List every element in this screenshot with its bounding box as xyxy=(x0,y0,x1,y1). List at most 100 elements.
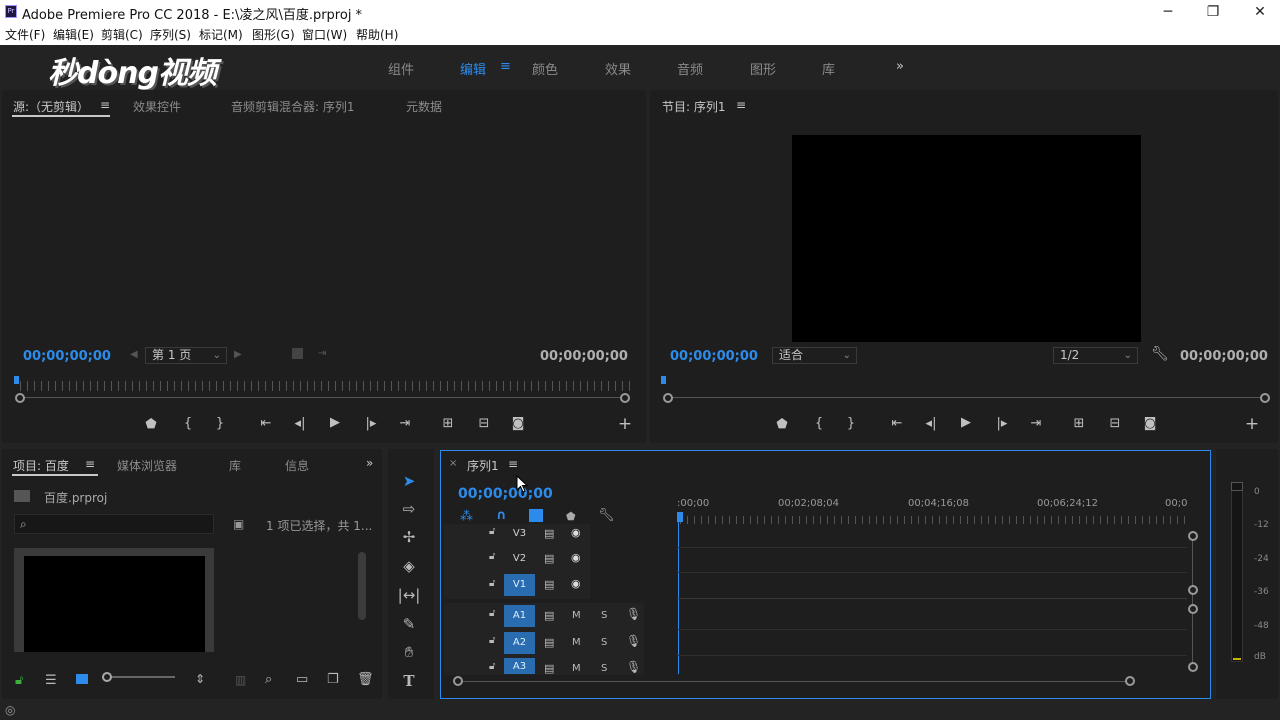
workspace-assembly[interactable]: 组件 xyxy=(388,59,414,78)
solo-button[interactable]: S xyxy=(601,637,607,648)
drag-video-icon[interactable]: ⇥ xyxy=(318,348,326,359)
eye-icon[interactable]: ◉ xyxy=(571,526,581,539)
program-playhead[interactable] xyxy=(661,376,666,384)
timeline-close-icon[interactable]: × xyxy=(449,458,457,469)
menu-window[interactable]: 窗口(W) xyxy=(302,26,347,43)
program-add-marker-icon[interactable]: ⬟ xyxy=(772,417,792,432)
mute-button[interactable]: M xyxy=(572,610,581,621)
menu-clip[interactable]: 剪辑(C) xyxy=(101,26,143,43)
voiceover-mic-icon[interactable]: 🎙︎ xyxy=(626,660,641,674)
sync-lock-icon[interactable]: ▤ xyxy=(544,609,554,622)
tab-info[interactable]: 信息 xyxy=(285,457,309,474)
trash-icon[interactable]: 🗑︎ xyxy=(357,672,374,687)
track-lock-icon[interactable]: 🔓︎ xyxy=(489,578,495,589)
workspace-menu-icon[interactable]: ≡ xyxy=(500,59,511,74)
timeline-marker-icon[interactable]: ⬟ xyxy=(566,510,576,523)
new-item-icon[interactable]: ❐ xyxy=(327,672,339,687)
icon-view-icon[interactable] xyxy=(76,674,88,684)
tab-libraries[interactable]: 库 xyxy=(229,457,241,474)
program-mark-in-icon[interactable]: { xyxy=(809,416,829,431)
track-target-a1[interactable]: A1 xyxy=(504,605,535,627)
program-step-forward-icon[interactable]: |▸ xyxy=(992,416,1012,431)
workspace-libraries[interactable]: 库 xyxy=(822,59,835,78)
selection-tool-icon[interactable]: ➤ xyxy=(397,469,421,493)
track-target-v1[interactable]: V1 xyxy=(504,574,535,596)
sync-lock-icon[interactable]: ▤ xyxy=(544,578,554,591)
source-timecode-in[interactable]: 00;00;00;00 xyxy=(23,349,111,364)
razor-tool-icon[interactable]: ◈ xyxy=(397,554,421,578)
nest-toggle-icon[interactable]: ⁂ xyxy=(460,509,473,524)
resolution-select[interactable]: 1/2 ⌄ xyxy=(1053,347,1138,364)
program-go-to-out-icon[interactable]: ⇥ xyxy=(1026,416,1046,431)
insert-icon[interactable] xyxy=(292,348,303,359)
sort-icon[interactable]: ⇕ xyxy=(195,672,205,686)
menu-marker[interactable]: 标记(M) xyxy=(199,26,243,43)
menu-file[interactable]: 文件(F) xyxy=(5,26,45,43)
track-lock-icon[interactable]: 🔓︎ xyxy=(489,608,495,619)
program-export-frame-icon[interactable]: ◙ xyxy=(1140,416,1160,431)
program-step-back-icon[interactable]: ◂| xyxy=(921,416,941,431)
program-add-button-icon[interactable]: + xyxy=(1242,414,1262,434)
sync-lock-icon[interactable]: ▤ xyxy=(544,552,554,565)
vscroll-handle-top[interactable] xyxy=(1188,531,1198,541)
program-go-to-in-icon[interactable]: ⇤ xyxy=(887,416,907,431)
workspace-audio[interactable]: 音频 xyxy=(677,59,703,78)
tab-audio-clip-mixer[interactable]: 音频剪辑混合器: 序列1 xyxy=(231,98,355,115)
track-target-v3[interactable]: V3 xyxy=(504,523,535,545)
program-timecode-in[interactable]: 00;00;00;00 xyxy=(670,349,758,364)
track-lock-icon[interactable]: 🔓︎ xyxy=(489,551,495,562)
mark-in-icon[interactable]: { xyxy=(178,416,198,431)
project-search-input[interactable]: ⌕ xyxy=(14,514,214,534)
source-zoom-handle-left[interactable] xyxy=(15,393,25,403)
track-lock-icon[interactable]: 🔓︎ xyxy=(489,635,495,646)
minimize-button[interactable]: ─ xyxy=(1153,2,1183,22)
workspace-effects[interactable]: 效果 xyxy=(605,59,631,78)
export-frame-icon[interactable]: ◙ xyxy=(508,416,528,431)
program-play-icon[interactable]: ▶ xyxy=(956,415,976,430)
restore-button[interactable]: ❐ xyxy=(1198,2,1228,22)
next-page-icon[interactable]: ▶ xyxy=(234,349,242,360)
vscroll-handle-mid[interactable] xyxy=(1188,585,1198,595)
track-select-tool-icon[interactable]: ⇨ xyxy=(397,497,421,521)
tab-source[interactable]: 源:（无剪辑） xyxy=(13,98,89,115)
linked-selection-icon[interactable] xyxy=(529,509,543,522)
sync-lock-icon[interactable]: ▤ xyxy=(544,527,554,540)
eye-icon[interactable]: ◉ xyxy=(571,577,581,590)
workspace-graphics[interactable]: 图形 xyxy=(750,59,776,78)
voiceover-mic-icon[interactable]: 🎙︎ xyxy=(626,607,641,621)
lift-icon[interactable]: ⊞ xyxy=(1069,416,1089,431)
eye-icon[interactable]: ◉ xyxy=(571,551,581,564)
step-forward-icon[interactable]: |▸ xyxy=(361,416,381,431)
sync-lock-icon[interactable]: ▤ xyxy=(544,636,554,649)
step-back-icon[interactable]: ◂| xyxy=(290,416,310,431)
snap-magnet-icon[interactable]: ∩ xyxy=(496,508,507,523)
new-search-bin-icon[interactable]: ▣ xyxy=(233,517,244,531)
source-add-button-icon[interactable]: + xyxy=(615,414,635,434)
settings-wrench-icon[interactable]: 🔧︎ xyxy=(1151,346,1169,362)
slip-tool-icon[interactable]: |↔| xyxy=(397,583,421,607)
zoom-slider[interactable] xyxy=(102,672,175,682)
go-to-out-icon[interactable]: ⇥ xyxy=(395,416,415,431)
workspace-editing[interactable]: 编辑 xyxy=(460,59,486,78)
timeline-settings-icon[interactable]: 🔧︎ xyxy=(598,508,615,523)
tab-program[interactable]: 节目: 序列1 xyxy=(662,98,726,115)
panel-more-icon[interactable]: » xyxy=(366,456,373,470)
vscroll-handle-bottom[interactable] xyxy=(1188,662,1198,672)
menu-edit[interactable]: 编辑(E) xyxy=(53,26,94,43)
extract-icon[interactable]: ⊟ xyxy=(1105,416,1125,431)
type-tool-icon[interactable]: T xyxy=(397,669,421,693)
track-target-v2[interactable]: V2 xyxy=(504,548,535,570)
hand-tool-icon[interactable]: ✋︎ xyxy=(397,640,421,664)
track-target-a2[interactable]: A2 xyxy=(504,632,535,654)
timeline-ruler[interactable] xyxy=(680,516,1185,524)
project-panel-menu-icon[interactable]: ≡ xyxy=(85,457,95,471)
insert-clip-icon[interactable]: ⊞ xyxy=(438,416,458,431)
timeline-timecode[interactable]: 00;00;00;00 xyxy=(458,486,553,502)
lock-icon[interactable]: 🔓︎ xyxy=(15,673,23,688)
add-marker-icon[interactable]: ⬟ xyxy=(141,417,161,432)
track-target-a3[interactable]: A3 xyxy=(504,658,535,674)
close-window-button[interactable]: ✕ xyxy=(1245,2,1275,22)
automate-icon[interactable]: ▥ xyxy=(235,673,246,687)
menu-graphics[interactable]: 图形(G) xyxy=(252,26,295,43)
new-bin-icon[interactable]: ▭ xyxy=(296,672,308,687)
